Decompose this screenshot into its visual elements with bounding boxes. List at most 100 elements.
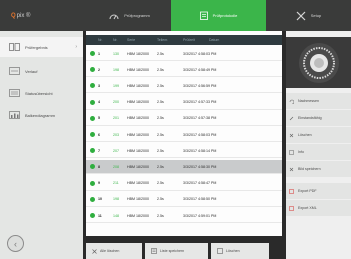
sidebar-item-balkendiagramm[interactable]: Balkendiagramm [0,105,83,125]
status-cell [86,51,98,56]
status-ok-icon [89,196,95,202]
tab-setup[interactable]: Setup [266,0,351,31]
table-row[interactable]: 2 198 HBM 18/2000 2.5s 3/3/2017 4:58:49 PM [86,63,282,78]
tab-pruefprogramm[interactable]: Prüfprogramm [88,0,171,31]
bottom-toolbar: Alle löschen Liste speichern Löschen [86,243,282,259]
row-id: 207 [113,148,119,153]
row-date: 3/3/2017 4:58:14 PM [183,148,217,153]
table-row[interactable]: 8 208 HBM 18/2000 2.5s 3/3/2017 4:58:30 PM [86,160,282,175]
part-image-icon [298,42,339,83]
panel-button-einstandsf-hig[interactable]: Einstandsfähig [286,110,351,126]
row-duration: 2.5s [157,197,164,202]
info-icon [289,149,294,155]
panel-button-nachmessen[interactable]: Nachmessen [286,93,351,109]
status-ok-icon [89,164,95,170]
row-date: 3/3/2017 4:57:33 PM [183,100,217,105]
clipboard-icon [199,11,208,20]
table-row[interactable]: 5 201 HBM 18/2000 2.5s 3/3/2017 4:57:38 PM [86,112,282,126]
sidebar-item-label: Balkendiagramm [25,112,56,118]
row-duration: 2.5s [157,181,164,186]
row-part: HBM 18/2000 [127,197,149,202]
row-number: 1 [98,51,100,56]
row-duration: 2.5s [157,116,164,121]
button-label: Einstandsfähig [298,116,322,120]
delete-button[interactable]: Löschen [211,243,269,259]
panel-button-export-xml[interactable]: Export XML [286,200,351,216]
row-number: 4 [98,100,100,105]
status-icon [9,89,20,97]
header-nr: Nr. [98,38,103,42]
status-ok-icon [89,148,95,154]
tab-label: Prüfprotokolle [212,13,238,18]
bar-chart-icon [9,111,20,119]
row-number: 7 [98,148,100,153]
button-label: Bild speichern [298,167,321,171]
panel-button-bild-speichern[interactable]: Bild speichern [286,161,351,177]
edit-icon [289,116,294,120]
back-button[interactable]: ‹ [7,235,24,252]
close-icon [92,248,97,254]
row-number: 8 [98,164,100,169]
button-label: Löschen [226,249,240,253]
status-cell [86,115,98,121]
button-label: Export PDF [298,189,317,193]
status-cell [86,99,98,105]
tools-icon [296,11,306,20]
sidebar-item-label: Statusübersicht [25,90,53,96]
table-row[interactable]: 10 198 HBM 18/2000 2.5s 3/3/2017 4:58:50 PM [86,193,282,207]
row-id: 198 [113,197,119,202]
row-duration: 2.5s [157,213,164,218]
sidebar-item-verlauf[interactable]: Verlauf [0,61,83,81]
header-nr2: Nr. [113,38,118,42]
table-header: Nr. Nr. Serie Teilenr. Prüfzeit Datum [86,35,282,45]
table-row[interactable]: 9 211 HBM 18/2000 2.5s 3/3/2017 4:58:47 PM [86,177,282,191]
table-row[interactable]: 4 200 HBM 18/2000 2.5s 3/3/2017 4:57:33 PM [86,96,282,110]
row-id: 211 [113,181,119,186]
row-part: HBM 18/2000 [127,213,149,218]
top-navigation-bar: Q pix ® Prüfprogramm Prüfprotokolle Setu… [0,0,351,31]
row-number: 2 [98,67,100,72]
table-row[interactable]: 1 130 HBM 18/2000 2.5s 3/3/2017 4:58:03 PM [86,47,282,61]
sidebar-item-pruefergebnis[interactable]: Prüfergebnis › [0,37,83,57]
row-number: 11 [98,213,102,218]
table-row[interactable]: 7 207 HBM 18/2000 2.5s 3/3/2017 4:58:14 PM [86,144,282,159]
row-date: 3/3/2017 4:58:30 PM [183,164,217,169]
panel-button-info[interactable]: Info [286,144,351,160]
save-list-icon [151,248,157,254]
pdf-icon [289,188,294,194]
tab-pruefprotokolle[interactable]: Prüfprotokolle [171,0,266,31]
panel-button-export-pdf[interactable]: Export PDF [286,183,351,199]
delete-icon [217,248,223,254]
save-list-button[interactable]: Liste speichern [145,243,208,259]
header-teilenr: Teilenr. [157,38,169,42]
status-cell [86,196,98,202]
sidebar-item-statusuebersicht[interactable]: Statusübersicht [0,83,83,103]
chevron-left-icon: ‹ [14,238,17,249]
status-ok-icon [89,115,95,121]
row-part: HBM 18/2000 [127,116,149,121]
row-date: 3/3/2017 4:57:38 PM [183,116,217,121]
row-duration: 2.5s [157,132,164,137]
table-row[interactable]: 6 203 HBM 18/2000 2.5s 3/3/2017 4:58:03 PM [86,128,282,142]
row-id: 200 [113,100,119,105]
tab-label: Setup [310,13,322,18]
logo-text: pix ® [16,12,31,19]
row-duration: 2.5s [157,148,164,153]
button-label: Info [298,150,304,154]
table-row[interactable]: 3 199 HBM 18/2000 2.5s 3/3/2017 4:56:59 PM [86,79,282,94]
sidebar-item-label: Verlauf [25,68,38,74]
row-part: HBM 18/2000 [127,100,149,105]
row-date: 3/3/2017 4:58:50 PM [183,197,217,202]
table-row[interactable]: 11 148 HBM 18/2000 2.5s 3/3/2017 4:59:01 PM [86,209,282,223]
row-number: 9 [98,181,100,186]
status-cell [86,148,98,154]
row-duration: 2.5s [157,51,164,56]
gauge-icon [109,14,119,19]
tab-label: Prüfprogramm [124,13,150,18]
status-cell [86,213,98,218]
panel-button-l-schen[interactable]: Löschen [286,127,351,143]
row-duration: 2.5s [157,100,164,105]
status-ok-icon [89,83,95,89]
status-cell [86,132,98,137]
delete-all-button[interactable]: Alle löschen [86,243,142,259]
